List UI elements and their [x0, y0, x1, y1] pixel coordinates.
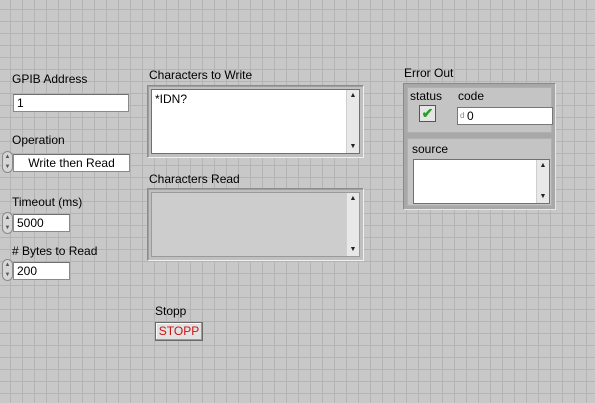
- code-label: code: [458, 89, 485, 103]
- source-label: source: [412, 142, 449, 156]
- code-field: d 0: [457, 107, 553, 125]
- timeout-spinner[interactable]: ▲ ▼: [2, 212, 13, 234]
- code-radix: d: [460, 111, 465, 120]
- stop-button[interactable]: STOPP: [155, 322, 203, 341]
- error-source-panel: source ▲ ▼: [407, 138, 552, 206]
- spinner-down-icon[interactable]: ▼: [3, 162, 12, 172]
- chars-to-write-label: Characters to Write: [149, 68, 253, 82]
- chars-to-write-textarea[interactable]: *IDN? ▲ ▼: [151, 89, 360, 154]
- error-status-panel: status ✔ code d 0: [407, 87, 553, 133]
- scroll-up-arrow-icon[interactable]: ▲: [347, 90, 359, 102]
- spinner-up-icon[interactable]: ▲: [3, 152, 12, 162]
- scroll-down-arrow-icon[interactable]: ▼: [347, 141, 359, 153]
- spinner-up-icon[interactable]: ▲: [3, 213, 12, 223]
- source-scrollbar[interactable]: ▲ ▼: [536, 160, 549, 203]
- bytes-spinner[interactable]: ▲ ▼: [2, 259, 13, 281]
- status-checkmark-icon: ✔: [419, 105, 436, 122]
- status-label: status: [410, 89, 443, 103]
- error-out-cluster: status ✔ code d 0 source ▲ ▼: [403, 83, 556, 210]
- chars-read-frame: ▲ ▼: [147, 188, 364, 261]
- spinner-down-icon[interactable]: ▼: [3, 270, 12, 280]
- chars-to-write-scrollbar[interactable]: ▲ ▼: [346, 90, 359, 153]
- gpib-address-label: GPIB Address: [12, 72, 88, 86]
- chars-read-textarea: ▲ ▼: [151, 192, 360, 257]
- bytes-to-read-label: # Bytes to Read: [12, 244, 98, 258]
- gpib-address-input[interactable]: 1: [13, 94, 129, 112]
- scroll-up-arrow-icon[interactable]: ▲: [537, 160, 549, 172]
- chars-to-write-frame: *IDN? ▲ ▼: [147, 85, 364, 158]
- chars-read-label: Characters Read: [149, 172, 240, 186]
- scroll-up-arrow-icon[interactable]: ▲: [347, 193, 359, 205]
- error-out-label: Error Out: [404, 66, 454, 80]
- operation-label: Operation: [12, 133, 65, 147]
- chars-to-write-value: *IDN?: [155, 92, 188, 106]
- code-value: 0: [467, 109, 474, 123]
- scroll-down-arrow-icon[interactable]: ▼: [347, 244, 359, 256]
- chars-read-scrollbar[interactable]: ▲ ▼: [346, 193, 359, 256]
- source-textarea: ▲ ▼: [413, 159, 550, 204]
- bytes-to-read-input[interactable]: 200: [13, 262, 70, 280]
- spinner-down-icon[interactable]: ▼: [3, 223, 12, 233]
- timeout-input[interactable]: 5000: [13, 214, 70, 232]
- operation-ring[interactable]: Write then Read: [13, 154, 130, 172]
- timeout-label: Timeout (ms): [12, 195, 83, 209]
- scroll-down-arrow-icon[interactable]: ▼: [537, 191, 549, 203]
- operation-spinner[interactable]: ▲ ▼: [2, 151, 13, 173]
- spinner-up-icon[interactable]: ▲: [3, 260, 12, 270]
- stop-label: Stopp: [155, 304, 187, 318]
